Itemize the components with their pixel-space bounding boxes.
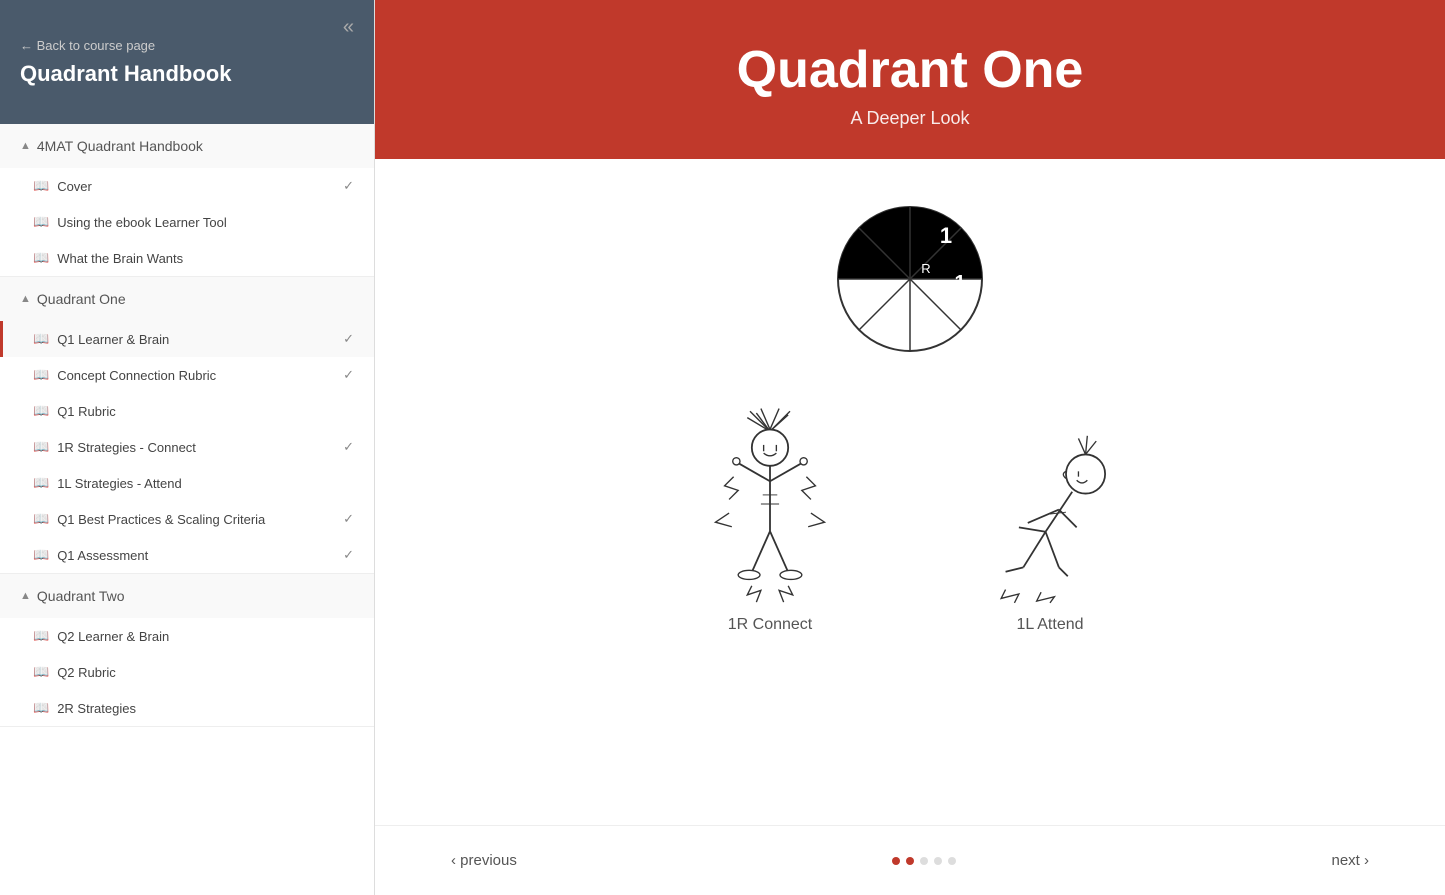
check-icon: ✓: [343, 547, 354, 563]
book-icon: 📖: [33, 439, 49, 455]
sidebar-item-label: Q1 Rubric: [57, 404, 116, 419]
figure-connect-label: 1R Connect: [728, 616, 813, 634]
sidebar-item-q1-assessment[interactable]: 📖 Q1 Assessment ✓: [0, 537, 374, 573]
book-icon: 📖: [33, 214, 49, 230]
sidebar-section-q1: ▲ Quadrant One 📖 Q1 Learner & Brain ✓ 📖 …: [0, 277, 374, 574]
sidebar-item-label: Q1 Assessment: [57, 548, 148, 563]
section-header-q2[interactable]: ▲ Quadrant Two: [0, 574, 374, 618]
sidebar-header: ← Back to course page Quadrant Handbook …: [0, 0, 374, 124]
page-dot-3: [920, 857, 928, 865]
book-icon: 📖: [33, 403, 49, 419]
sidebar-item-q1-learner-brain[interactable]: 📖 Q1 Learner & Brain ✓: [0, 321, 374, 357]
svg-text:1: 1: [954, 272, 965, 294]
sidebar: ← Back to course page Quadrant Handbook …: [0, 0, 375, 895]
book-icon: 📖: [33, 331, 49, 347]
book-icon: 📖: [33, 547, 49, 563]
book-icon: 📖: [33, 511, 49, 527]
sidebar-item-q2-rubric[interactable]: 📖 Q2 Rubric: [0, 654, 374, 690]
section-items-4mat: 📖 Cover ✓ 📖 Using the ebook Learner Tool…: [0, 168, 374, 276]
check-icon: ✓: [343, 439, 354, 455]
sidebar-header-content: ← Back to course page Quadrant Handbook: [20, 38, 231, 87]
sidebar-item-1l-strategies[interactable]: 📖 1L Strategies - Attend: [0, 465, 374, 501]
sidebar-item-concept-rubric[interactable]: 📖 Concept Connection Rubric ✓: [0, 357, 374, 393]
navigation-bar: ‹ previous next ›: [375, 825, 1445, 895]
figure-connect-svg: [690, 404, 850, 604]
book-icon: 📖: [33, 700, 49, 716]
figure-attend-svg: [970, 424, 1130, 604]
quadrant-wheel: 1 R L 1: [830, 199, 990, 364]
sidebar-item-label: Concept Connection Rubric: [57, 368, 216, 383]
page-title: Quadrant One: [395, 40, 1425, 100]
sidebar-item-q1-best-practices[interactable]: 📖 Q1 Best Practices & Scaling Criteria ✓: [0, 501, 374, 537]
check-icon: ✓: [343, 178, 354, 194]
sidebar-item-1r-strategies[interactable]: 📖 1R Strategies - Connect ✓: [0, 429, 374, 465]
section-arrow-q2: ▲: [20, 590, 31, 602]
sidebar-item-q1-rubric[interactable]: 📖 Q1 Rubric: [0, 393, 374, 429]
check-icon: ✓: [343, 367, 354, 383]
main-body: 1 R L 1: [375, 159, 1445, 825]
section-arrow-4mat: ▲: [20, 140, 31, 152]
section-arrow-q1: ▲: [20, 293, 31, 305]
check-icon: ✓: [343, 511, 354, 527]
book-icon: 📖: [33, 475, 49, 491]
section-items-q2: 📖 Q2 Learner & Brain 📖 Q2 Rubric 📖 2R St…: [0, 618, 374, 726]
sidebar-item-label: 1R Strategies - Connect: [57, 440, 196, 455]
main-header: Quadrant One A Deeper Look: [375, 0, 1445, 159]
next-button[interactable]: next ›: [1315, 844, 1385, 877]
sidebar-section-4mat: ▲ 4MAT Quadrant Handbook 📖 Cover ✓ 📖 Usi…: [0, 124, 374, 277]
book-icon: 📖: [33, 664, 49, 680]
sidebar-item-label: Cover: [57, 179, 92, 194]
page-dot-1: [892, 857, 900, 865]
section-items-q1: 📖 Q1 Learner & Brain ✓ 📖 Concept Connect…: [0, 321, 374, 573]
back-to-course-link[interactable]: ← Back to course page: [20, 38, 231, 53]
figure-connect-item: 1R Connect: [690, 404, 850, 634]
section-header-q1[interactable]: ▲ Quadrant One: [0, 277, 374, 321]
check-icon: ✓: [343, 331, 354, 347]
figure-attend-item: 1L Attend: [970, 424, 1130, 634]
sidebar-item-cover[interactable]: 📖 Cover ✓: [0, 168, 374, 204]
sidebar-item-label: 1L Strategies - Attend: [57, 476, 182, 491]
page-dot-2: [906, 857, 914, 865]
figure-attend-label: 1L Attend: [1016, 616, 1083, 634]
page-dots: [892, 857, 956, 865]
page-subtitle: A Deeper Look: [395, 108, 1425, 129]
book-icon: 📖: [33, 628, 49, 644]
svg-text:L: L: [936, 277, 943, 292]
wheel-diagram: 1 R L 1: [830, 199, 990, 359]
sidebar-item-label: Q2 Learner & Brain: [57, 629, 169, 644]
section-label-q1: Quadrant One: [37, 291, 126, 307]
section-header-4mat[interactable]: ▲ 4MAT Quadrant Handbook: [0, 124, 374, 168]
collapse-sidebar-button[interactable]: «: [343, 16, 354, 39]
section-label-4mat: 4MAT Quadrant Handbook: [37, 138, 203, 154]
book-icon: 📖: [33, 250, 49, 266]
main-content-area: Quadrant One A Deeper Look: [375, 0, 1445, 895]
sidebar-item-label: Q1 Best Practices & Scaling Criteria: [57, 512, 265, 527]
section-label-q2: Quadrant Two: [37, 588, 125, 604]
sidebar-item-label: Q1 Learner & Brain: [57, 332, 169, 347]
book-icon: 📖: [33, 178, 49, 194]
sidebar-item-2r-strategies[interactable]: 📖 2R Strategies: [0, 690, 374, 726]
sidebar-item-brain-wants[interactable]: 📖 What the Brain Wants: [0, 240, 374, 276]
previous-button[interactable]: ‹ previous: [435, 844, 533, 877]
illustrations-row: 1R Connect: [690, 404, 1130, 634]
sidebar-item-q2-learner-brain[interactable]: 📖 Q2 Learner & Brain: [0, 618, 374, 654]
sidebar-item-ebook-tool[interactable]: 📖 Using the ebook Learner Tool: [0, 204, 374, 240]
sidebar-section-q2: ▲ Quadrant Two 📖 Q2 Learner & Brain 📖 Q2…: [0, 574, 374, 727]
svg-text:R: R: [921, 261, 930, 276]
sidebar-item-label: 2R Strategies: [57, 701, 136, 716]
sidebar-item-label: Q2 Rubric: [57, 665, 116, 680]
page-dot-5: [948, 857, 956, 865]
sidebar-item-label: Using the ebook Learner Tool: [57, 215, 227, 230]
sidebar-title: Quadrant Handbook: [20, 61, 231, 87]
svg-text:1: 1: [940, 223, 952, 248]
book-icon: 📖: [33, 367, 49, 383]
page-dot-4: [934, 857, 942, 865]
sidebar-item-label: What the Brain Wants: [57, 251, 183, 266]
